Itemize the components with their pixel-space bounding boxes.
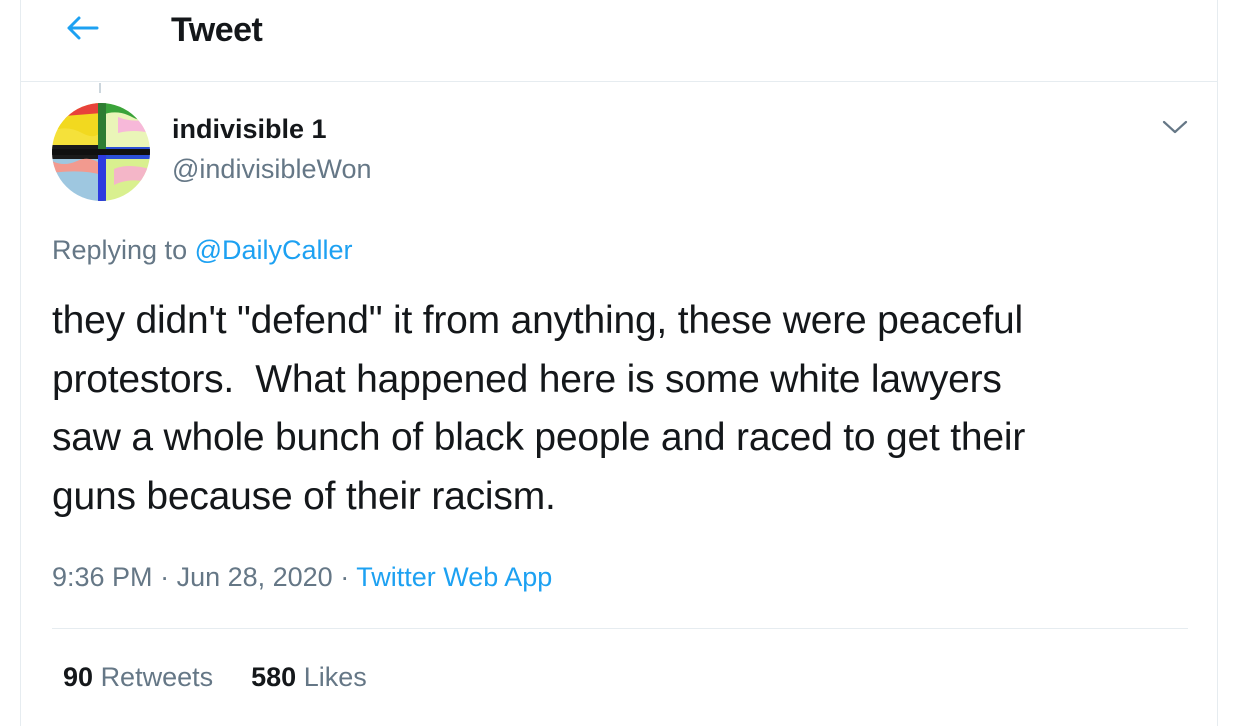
avatar[interactable]	[52, 103, 150, 201]
tweet-time-link[interactable]: 9:36 PM	[52, 562, 153, 592]
reply-mention-link[interactable]: @DailyCaller	[195, 235, 353, 265]
author-name[interactable]: indivisible 1	[172, 114, 327, 145]
tweet-text: they didn't "defend" it from anything, t…	[52, 299, 1026, 519]
retweets-stat-link[interactable]: 90 Retweets	[63, 662, 213, 693]
page-header: Tweet	[21, 0, 1217, 82]
likes-label: Likes	[303, 662, 367, 692]
meta-separator: ·	[152, 562, 177, 592]
arrow-left-icon	[66, 15, 100, 46]
retweets-label: Retweets	[100, 662, 214, 692]
chevron-down-icon	[1161, 118, 1189, 141]
tweet-stats: 90 Retweets 580 Likes	[63, 662, 367, 693]
divider	[52, 628, 1188, 629]
page-title: Tweet	[171, 11, 263, 49]
meta-separator: ·	[332, 562, 357, 592]
author-handle[interactable]: @indivisibleWon	[172, 154, 372, 185]
likes-stat-link[interactable]: 580 Likes	[251, 662, 367, 693]
replying-to-label: Replying to	[52, 235, 188, 265]
thread-connector-line	[99, 83, 101, 93]
replying-to-line: Replying to @DailyCaller	[52, 235, 353, 266]
tweet-source-link[interactable]: Twitter Web App	[356, 562, 552, 592]
tweet-detail-column: Tweet indivisible 1 @indivisibleWon Repl…	[20, 0, 1218, 726]
tweet-meta: 9:36 PM · Jun 28, 2020 · Twitter Web App	[52, 562, 552, 593]
more-options-button[interactable]	[1157, 114, 1193, 144]
back-button[interactable]	[59, 8, 107, 52]
retweets-count: 90	[63, 662, 94, 692]
likes-count: 580	[251, 662, 297, 692]
tweet-date-link[interactable]: Jun 28, 2020	[177, 562, 333, 592]
